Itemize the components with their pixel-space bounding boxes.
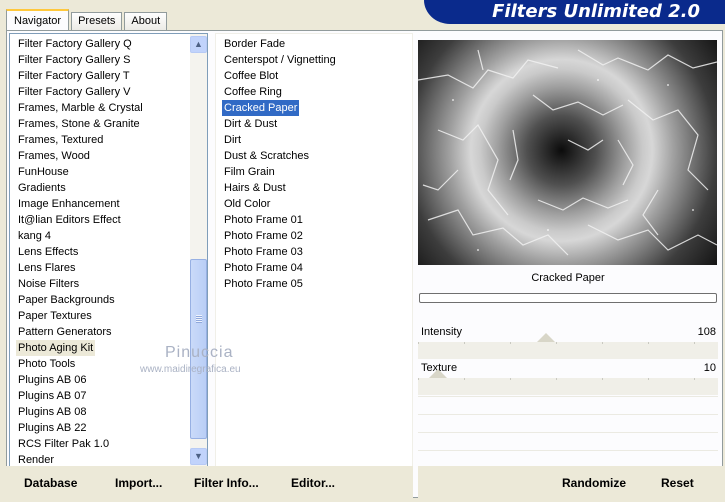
- intensity-slider[interactable]: [418, 333, 718, 359]
- category-item[interactable]: Filter Factory Gallery T: [16, 68, 145, 84]
- import-button[interactable]: Import...: [115, 476, 162, 490]
- filter-item[interactable]: Photo Frame 04: [222, 260, 338, 276]
- randomize-button[interactable]: Randomize: [562, 476, 626, 490]
- filter-preview: [418, 40, 717, 265]
- database-button[interactable]: Database: [24, 476, 77, 490]
- category-items: Filter Factory Gallery Q Filter Factory G…: [10, 36, 145, 466]
- progress-bar: [419, 293, 717, 303]
- category-item[interactable]: FunHouse: [16, 164, 145, 180]
- tab-presets[interactable]: Presets: [71, 12, 123, 30]
- category-item[interactable]: Lens Flares: [16, 260, 145, 276]
- filter-item[interactable]: Hairs & Dust: [222, 180, 338, 196]
- category-item[interactable]: Frames, Wood: [16, 148, 145, 164]
- title-banner: Filters Unlimited 2.0: [424, 0, 725, 24]
- tab-navigator[interactable]: Navigator: [6, 9, 70, 30]
- empty-param-row: [418, 414, 718, 431]
- category-item[interactable]: Frames, Textured: [16, 132, 145, 148]
- category-item[interactable]: RCS Filter Pak 1.0: [16, 436, 145, 452]
- filter-item[interactable]: Coffee Blot: [222, 68, 338, 84]
- filter-item[interactable]: Cracked Paper: [222, 100, 300, 116]
- filter-item[interactable]: Coffee Ring: [222, 84, 338, 100]
- filter-item[interactable]: Photo Frame 03: [222, 244, 338, 260]
- tab-about[interactable]: About: [124, 12, 168, 30]
- category-list[interactable]: Filter Factory Gallery Q Filter Factory G…: [9, 33, 208, 467]
- filter-item[interactable]: Old Color: [222, 196, 338, 212]
- param-value: 10: [703, 362, 716, 374]
- grip-icon: [196, 315, 202, 323]
- category-item[interactable]: Plugins AB 08: [16, 404, 145, 420]
- empty-param-row: [418, 450, 718, 467]
- filter-item[interactable]: Dirt: [222, 132, 338, 148]
- filter-items: Border Fade Centerspot / Vignetting Coffee…: [216, 36, 338, 292]
- filter-item[interactable]: Photo Frame 02: [222, 228, 338, 244]
- category-item[interactable]: Filter Factory Gallery S: [16, 52, 145, 68]
- filter-item[interactable]: Border Fade: [222, 36, 338, 52]
- category-item[interactable]: kang 4: [16, 228, 145, 244]
- category-item[interactable]: Frames, Stone & Granite: [16, 116, 145, 132]
- filter-item[interactable]: Photo Frame 05: [222, 276, 338, 292]
- category-item[interactable]: Paper Backgrounds: [16, 292, 145, 308]
- filter-list[interactable]: Border Fade Centerspot / Vignetting Coffee…: [215, 33, 413, 467]
- chevron-up-icon: ▲: [194, 39, 203, 49]
- chevron-down-icon: ▼: [194, 451, 203, 461]
- category-item[interactable]: Image Enhancement: [16, 196, 145, 212]
- param-row-texture: Texture 10: [418, 360, 718, 378]
- category-item[interactable]: Filter Factory Gallery V: [16, 84, 145, 100]
- slider-thumb[interactable]: [429, 369, 448, 378]
- tab-strip: Navigator Presets About: [6, 9, 169, 30]
- banner-title: Filters Unlimited 2.0: [492, 1, 700, 22]
- category-scrollbar[interactable]: ▲ ▼: [190, 34, 207, 466]
- category-item[interactable]: Plugins AB 22: [16, 420, 145, 436]
- filter-item[interactable]: Centerspot / Vignetting: [222, 52, 338, 68]
- slider-ticks: [418, 378, 718, 380]
- scroll-down-button[interactable]: ▼: [190, 448, 207, 465]
- category-item[interactable]: Gradients: [16, 180, 145, 196]
- category-item[interactable]: Noise Filters: [16, 276, 145, 292]
- param-row-intensity: Intensity 108: [418, 324, 718, 342]
- cracks-overlay: [418, 49, 717, 256]
- category-item[interactable]: Frames, Marble & Crystal: [16, 100, 145, 116]
- texture-slider[interactable]: [418, 369, 718, 395]
- filter-info-button[interactable]: Filter Info...: [194, 476, 259, 490]
- category-item[interactable]: Plugins AB 07: [16, 388, 145, 404]
- category-item[interactable]: Filter Factory Gallery Q: [16, 36, 145, 52]
- filter-item[interactable]: Photo Frame 01: [222, 212, 338, 228]
- category-item[interactable]: Pattern Generators: [16, 324, 145, 340]
- category-item[interactable]: Photo Tools: [16, 356, 145, 372]
- category-item[interactable]: Lens Effects: [16, 244, 145, 260]
- param-value: 108: [697, 326, 716, 338]
- filter-item[interactable]: Dust & Scratches: [222, 148, 338, 164]
- category-item[interactable]: It@lian Editors Effect: [16, 212, 145, 228]
- filter-item[interactable]: Dirt & Dust: [222, 116, 338, 132]
- preview-filter-name: Cracked Paper: [531, 272, 605, 284]
- watermark-url: www.maidiregrafica.eu: [140, 364, 241, 375]
- watermark-name: Pinuccia: [165, 344, 234, 361]
- reset-button[interactable]: Reset: [661, 476, 694, 490]
- slider-ticks: [418, 342, 718, 344]
- slider-thumb[interactable]: [537, 333, 556, 342]
- empty-param-row: [418, 432, 718, 449]
- param-label: Intensity: [421, 326, 462, 338]
- scroll-up-button[interactable]: ▲: [190, 36, 207, 53]
- editor-button[interactable]: Editor...: [291, 476, 335, 490]
- category-item[interactable]: Plugins AB 06: [16, 372, 145, 388]
- empty-param-row: [418, 396, 718, 413]
- category-item[interactable]: Photo Aging Kit: [16, 340, 96, 356]
- filter-item[interactable]: Film Grain: [222, 164, 338, 180]
- category-item[interactable]: Render: [16, 452, 145, 466]
- category-item[interactable]: Paper Textures: [16, 308, 145, 324]
